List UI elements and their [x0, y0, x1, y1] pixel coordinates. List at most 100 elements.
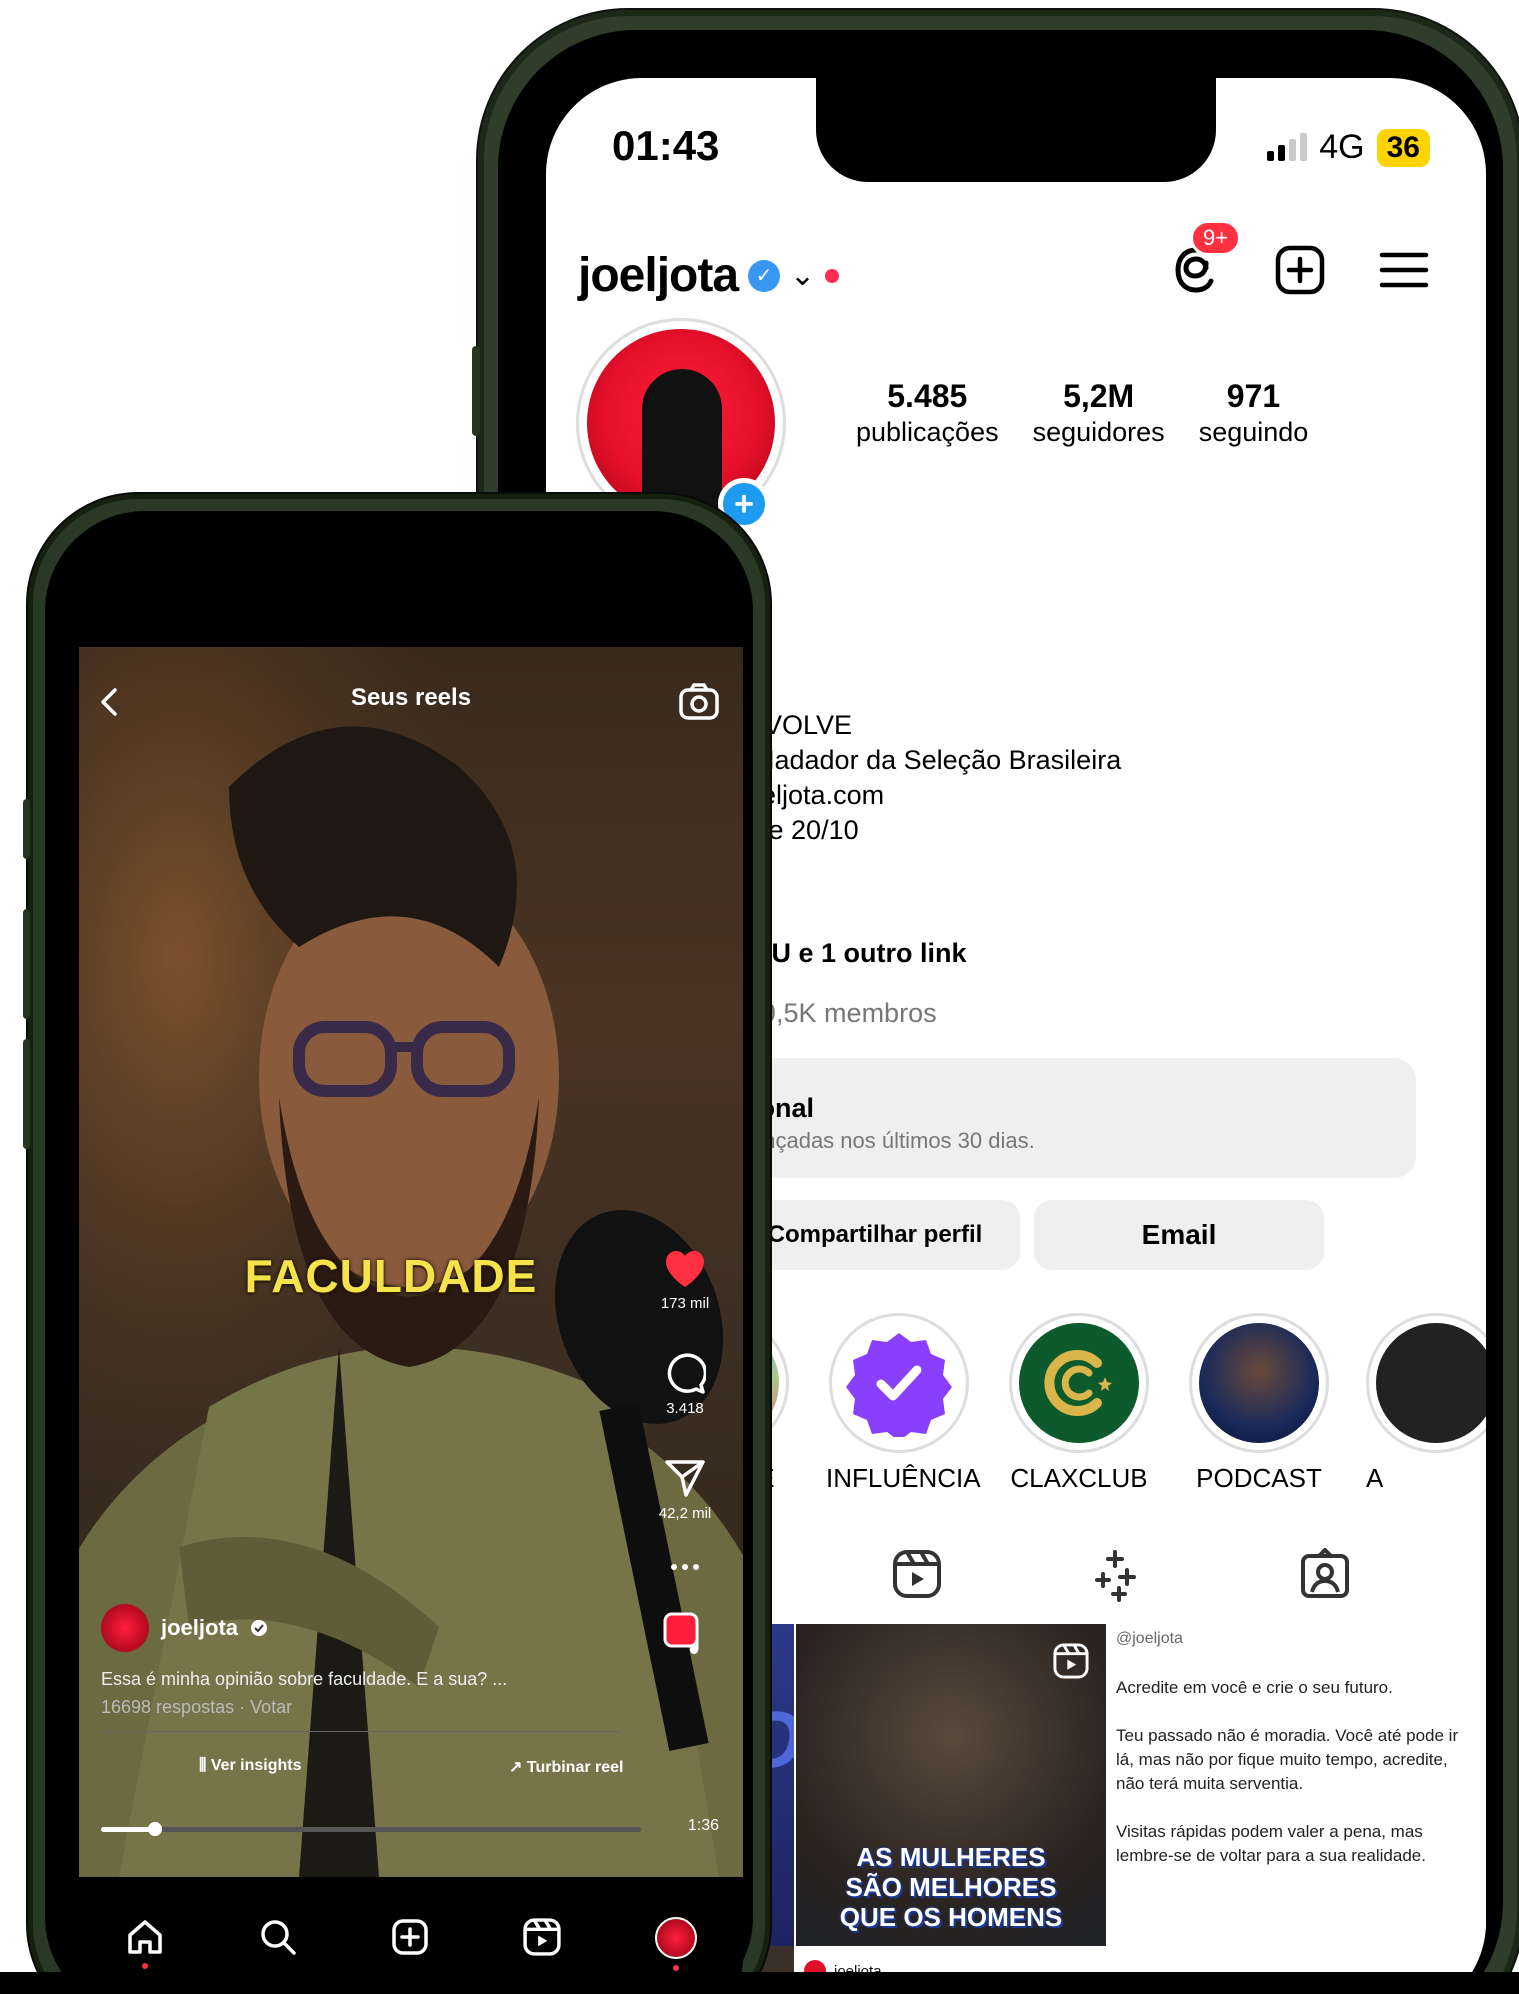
- profile-stats: 5.485 publicações 5,2M seguidores 971 se…: [856, 378, 1308, 448]
- tab-tagged[interactable]: [1299, 1548, 1351, 1604]
- more-button[interactable]: [670, 1562, 700, 1572]
- tile-paragraph: Acredite em você e crie o seu futuro.: [1116, 1678, 1393, 1697]
- nav-dot: [672, 1965, 679, 1971]
- divider: [101, 1731, 621, 1732]
- status-time: 01:43: [612, 122, 720, 169]
- nav-create[interactable]: [390, 1917, 430, 1957]
- audio-button[interactable]: [663, 1612, 707, 1656]
- highlight-claxclub[interactable]: CLAXCLUB: [1006, 1313, 1152, 1494]
- reel-description[interactable]: Essa é minha opinião sobre faculdade. E …: [101, 1669, 507, 1690]
- video-duration: 1:36: [687, 1817, 719, 1834]
- tab-reels[interactable]: [891, 1548, 943, 1604]
- reel-actions: 173 mil 3.418 42,2 mil: [645, 1249, 725, 1656]
- comment-button[interactable]: 3.418: [664, 1352, 706, 1417]
- progress-knob[interactable]: [148, 1822, 162, 1836]
- signal-icon: [1267, 132, 1308, 161]
- front-camera-notch: [311, 559, 551, 647]
- search-icon: [260, 1920, 296, 1955]
- camera-icon[interactable]: [677, 680, 721, 724]
- comment-count: 3.418: [666, 1400, 704, 1417]
- status-right: 4G 36: [1267, 128, 1430, 167]
- bottom-crop-bar: [0, 1972, 1519, 1994]
- post-tile[interactable]: @joeljota Acredite em você e crie o seu …: [1108, 1624, 1486, 1994]
- stat-followers-value: 5,2M: [1063, 378, 1135, 414]
- reel-screen-title: Seus reels: [350, 684, 472, 711]
- send-icon: [665, 1460, 705, 1497]
- create-button[interactable]: [1268, 238, 1332, 302]
- stat-following-label: seguindo: [1198, 417, 1309, 447]
- like-button[interactable]: 173 mil: [661, 1249, 709, 1312]
- tile-caption: QUE OS HOMENS: [839, 1902, 1063, 1932]
- dashboard-subtitle: ançadas nos últimos 30 dias.: [751, 1128, 1035, 1153]
- verified-badge-icon: [846, 1333, 952, 1437]
- highlight-a[interactable]: A: [1366, 1313, 1486, 1494]
- side-button: [23, 799, 30, 859]
- hamburger-icon: [1379, 252, 1429, 288]
- share-profile-button[interactable]: Compartilhar perfil: [730, 1200, 1020, 1270]
- like-count: 173 mil: [660, 1295, 710, 1312]
- threads-button[interactable]: 9+: [1164, 220, 1242, 302]
- stat-posts-value: 5.485: [887, 378, 968, 414]
- reel-owner[interactable]: joeljota: [101, 1604, 268, 1652]
- tile-caption: SÃO MELHORES: [845, 1872, 1057, 1902]
- chart-icon: ⫼: [199, 1757, 211, 1774]
- insights-button[interactable]: ⫼ Ver insights: [199, 1757, 302, 1775]
- side-button: [23, 1039, 30, 1149]
- audio-thumbnail-icon: [663, 1612, 699, 1654]
- stat-posts-label: publicações: [856, 417, 999, 447]
- tagged-icon: [1301, 1548, 1349, 1598]
- sparkles-icon: [1095, 1550, 1136, 1602]
- home-icon: [128, 1920, 162, 1954]
- stat-following[interactable]: 971 seguindo: [1199, 378, 1309, 448]
- reel-replies[interactable]: 16698 respostas · Votar: [101, 1697, 292, 1718]
- chevron-down-icon[interactable]: ⌄: [790, 258, 815, 293]
- tab-ai[interactable]: [1093, 1548, 1149, 1604]
- network-label: 4G: [1319, 128, 1365, 166]
- side-button: [472, 346, 480, 436]
- boost-button[interactable]: ↗ Turbinar reel: [509, 1757, 623, 1777]
- plus-square-icon: [392, 1919, 428, 1955]
- highlight-label: A: [1366, 1463, 1384, 1493]
- more-icon: [671, 1564, 699, 1570]
- stat-posts[interactable]: 5.485 publicações: [856, 378, 999, 448]
- stat-following-value: 971: [1226, 378, 1281, 414]
- profile-bio: EVOLVE -Nadador da Seleção Brasileira oe…: [746, 708, 1121, 848]
- nav-profile[interactable]: [654, 1917, 697, 1971]
- nav-search[interactable]: [258, 1917, 298, 1957]
- share-button[interactable]: 42,2 mil: [659, 1457, 711, 1522]
- post-tile[interactable]: AS MULHERES SÃO MELHORES QUE OS HOMENS: [796, 1624, 1106, 1994]
- reels-phone: Seus reels FACULDADE 173 mil 3.418 42,2 …: [23, 494, 770, 1994]
- reels-icon: [893, 1550, 941, 1598]
- notification-dot: [825, 268, 840, 283]
- stage: 01:43 4G 36 joeljota ✓ ⌄ 9+ + 5.485 publ…: [0, 0, 1519, 1994]
- highlight-label: PODCAST: [1196, 1463, 1322, 1493]
- menu-button[interactable]: [1372, 238, 1436, 302]
- channel-members[interactable]: 39,5K membros: [746, 998, 937, 1029]
- tile-paragraph: Teu passado não é moradia. Você até pode…: [1116, 1726, 1459, 1793]
- reels-screen: Seus reels FACULDADE 173 mil 3.418 42,2 …: [79, 559, 743, 1994]
- bio-line: 9 e 20/10: [746, 815, 859, 845]
- highlight-label: CLAXCLUB: [1010, 1463, 1148, 1493]
- claxclub-logo-icon: [1044, 1350, 1112, 1416]
- boost-label: Turbinar reel: [526, 1759, 624, 1776]
- reel-owner-name: joeljota: [161, 1615, 239, 1640]
- heart-icon: [665, 1251, 704, 1287]
- tile-handle: @joeljota: [1116, 1630, 1183, 1647]
- highlight-podcast[interactable]: PODCAST: [1186, 1313, 1332, 1494]
- reel-icon: [1053, 1643, 1089, 1679]
- status-bar: 01:43 4G 36: [546, 122, 1486, 182]
- email-button[interactable]: Email: [1034, 1200, 1324, 1270]
- phone-bezel: Seus reels FACULDADE 173 mil 3.418 42,2 …: [45, 511, 753, 1994]
- highlight-label: INFLUÊNCIA: [826, 1463, 981, 1493]
- bio-line[interactable]: oeljota.com: [746, 778, 1121, 813]
- stat-followers[interactable]: 5,2M seguidores: [1033, 378, 1165, 448]
- avatar: [654, 1917, 697, 1959]
- nav-dot: [142, 1963, 149, 1969]
- profile-header[interactable]: joeljota ✓ ⌄: [578, 248, 840, 303]
- profile-links[interactable]: yrU e 1 outro link: [746, 938, 967, 969]
- nav-home[interactable]: [125, 1917, 165, 1969]
- nav-reels[interactable]: [522, 1917, 562, 1957]
- highlight-influencia[interactable]: INFLUÊNCIA: [826, 1313, 981, 1494]
- video-progress-bar[interactable]: [101, 1822, 641, 1836]
- progress-fill: [101, 1827, 155, 1832]
